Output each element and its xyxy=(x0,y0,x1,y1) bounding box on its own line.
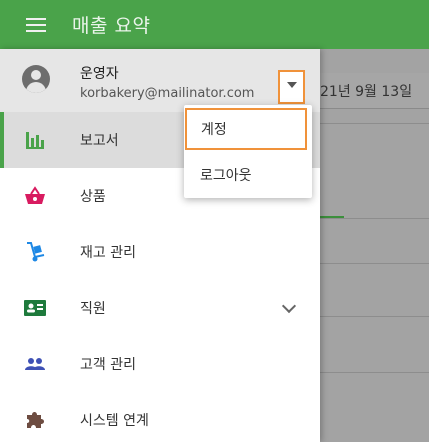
basket-icon xyxy=(25,186,45,204)
menu-item-account[interactable]: 계정 xyxy=(185,108,307,150)
id-card-icon xyxy=(24,300,46,316)
divider xyxy=(320,316,429,317)
user-name: 운영자 xyxy=(80,66,119,82)
app-bar: 매출 요약 xyxy=(0,0,429,49)
sidebar-item-label: 상품 xyxy=(80,189,106,205)
divider xyxy=(320,218,429,219)
profile-header: 운영자 korbakery@mailinator.com xyxy=(0,49,320,112)
hand-truck-icon xyxy=(27,242,45,262)
date-field[interactable]: 21년 9월 13일 xyxy=(306,73,429,109)
caret-down-icon xyxy=(287,82,297,88)
user-email: korbakery@mailinator.com xyxy=(80,86,255,101)
puzzle-icon xyxy=(27,412,44,428)
sidebar-item-employees[interactable]: 직원 xyxy=(0,280,320,336)
sidebar-item-label: 재고 관리 xyxy=(80,245,136,261)
sidebar-item-label: 보고서 xyxy=(80,133,119,149)
avatar xyxy=(22,65,50,93)
sidebar-item-label: 직원 xyxy=(80,301,106,317)
account-menu: 계정 로그아웃 xyxy=(184,105,312,198)
divider xyxy=(320,123,429,124)
sidebar-item-label: 고객 관리 xyxy=(80,357,136,373)
bar-chart-icon xyxy=(26,132,44,149)
page-title: 매출 요약 xyxy=(72,15,151,37)
account-dropdown-button[interactable] xyxy=(278,70,305,104)
sidebar-item-label: 시스템 연계 xyxy=(80,413,149,429)
divider xyxy=(320,372,429,373)
chevron-down-icon[interactable] xyxy=(281,298,297,314)
people-icon xyxy=(25,358,45,370)
divider xyxy=(320,263,429,264)
active-indicator xyxy=(0,112,4,168)
menu-icon[interactable] xyxy=(26,17,46,32)
sidebar-item-inventory[interactable]: 재고 관리 xyxy=(0,224,320,280)
menu-item-logout[interactable]: 로그아웃 xyxy=(184,153,312,197)
sidebar-item-integrations[interactable]: 시스템 연계 xyxy=(0,392,320,442)
sidebar-item-customers[interactable]: 고객 관리 xyxy=(0,336,320,392)
